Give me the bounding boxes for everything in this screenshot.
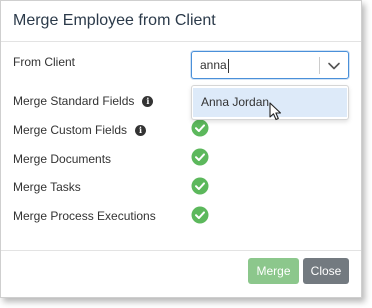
from-client-select[interactable]: anna xyxy=(191,51,349,79)
info-icon[interactable]: i xyxy=(142,95,154,107)
dialog-header: Merge Employee from Client xyxy=(1,1,361,42)
mouse-pointer-icon xyxy=(269,102,282,121)
chevron-down-icon[interactable] xyxy=(327,59,341,73)
merge-custom-fields-label: Merge Custom Fields xyxy=(13,123,128,137)
text-caret xyxy=(227,58,229,73)
merge-standard-fields-row: Merge Standard Fields i xyxy=(13,94,154,108)
check-circle-icon xyxy=(191,206,209,224)
merge-tasks-label: Merge Tasks xyxy=(13,180,81,194)
from-client-input[interactable]: anna xyxy=(200,58,229,73)
check-circle-icon xyxy=(191,119,209,137)
info-icon[interactable]: i xyxy=(135,124,147,136)
check-circle-icon xyxy=(191,148,209,166)
from-client-label: From Client xyxy=(13,55,76,69)
merge-standard-fields-label: Merge Standard Fields xyxy=(13,94,135,108)
merge-tasks-row: Merge Tasks xyxy=(13,180,81,194)
select-separator xyxy=(319,57,320,74)
merge-documents-label: Merge Documents xyxy=(13,152,112,166)
merge-documents-row: Merge Documents xyxy=(13,152,111,166)
close-button[interactable]: Close xyxy=(303,258,349,284)
merge-process-executions-label: Merge Process Executions xyxy=(13,209,156,223)
merge-custom-fields-row: Merge Custom Fields i xyxy=(13,123,147,137)
merge-button[interactable]: Merge xyxy=(248,258,299,284)
check-circle-icon xyxy=(191,177,209,195)
from-client-input-text: anna xyxy=(200,58,227,72)
merge-process-executions-row: Merge Process Executions xyxy=(13,209,156,223)
merge-employee-dialog: Merge Employee from Client From Client a… xyxy=(0,0,362,298)
dialog-title: Merge Employee from Client xyxy=(13,12,216,29)
